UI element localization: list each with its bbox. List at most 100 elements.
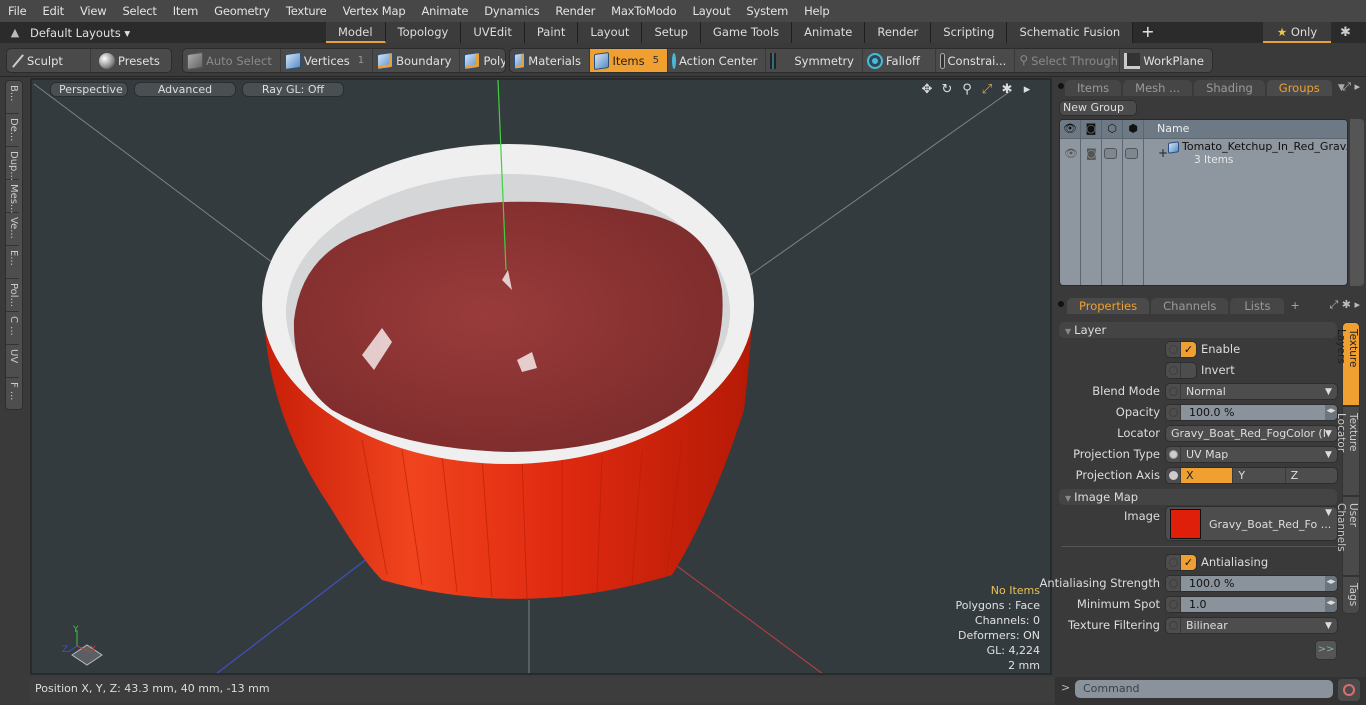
image-map-section-header[interactable]: ▼ Image Map [1059,489,1337,505]
row-visibility-icon[interactable]: 👁 [1064,147,1078,160]
boundary-button[interactable]: Boundary [373,49,461,72]
row-select-checkbox[interactable] [1125,148,1138,159]
side-tab-tags[interactable]: Tags [1342,576,1360,614]
select-through-button[interactable]: ⚲ Select Through [1015,49,1121,72]
gear-icon[interactable]: ✱ [1340,22,1351,43]
add-tab-button[interactable]: + [1133,22,1162,43]
command-input[interactable]: Command [1075,680,1333,698]
spinner-icon[interactable]: ◂▸ [1325,576,1337,591]
menu-render[interactable]: Render [547,0,603,22]
shading-mode-button[interactable]: Advanced [134,82,236,97]
tab-render[interactable]: Render [865,22,932,43]
tab-mesh[interactable]: Mesh ... [1123,80,1193,96]
menu-select[interactable]: Select [114,0,164,22]
axis-y-button[interactable]: Y [1233,468,1286,483]
raygl-button[interactable]: Ray GL: Off [242,82,344,97]
side-tab-texture-locator[interactable]: Texture Locator [1335,406,1360,496]
symmetry-button[interactable]: Symmetry [766,49,863,72]
menu-texture[interactable]: Texture [278,0,335,22]
menu-animate[interactable]: Animate [413,0,476,22]
auto-select-button[interactable]: Auto Select [183,49,281,72]
more-button[interactable]: >> [1315,640,1337,660]
left-tab-5[interactable]: Ve... [6,213,19,246]
record-macro-button[interactable] [1338,679,1360,701]
left-tab-2[interactable]: De... [6,114,19,147]
tab-shading[interactable]: Shading [1194,80,1265,96]
vertices-button[interactable]: Vertices 1 [281,49,374,72]
tab-model[interactable]: Model [326,22,386,43]
tab-uvedit[interactable]: UVEdit [461,22,525,43]
visibility-column-icon[interactable]: 👁 [1060,120,1081,285]
row-render-icon[interactable]: ◙ [1086,147,1097,160]
zoom-view-icon[interactable]: ⚲ [960,82,974,97]
left-tab-8[interactable]: C ... [6,312,19,345]
menu-maxtomodo[interactable]: MaxToModo [603,0,684,22]
menu-item[interactable]: Item [165,0,206,22]
groups-scrollbar[interactable] [1350,119,1364,286]
menu-file[interactable]: File [0,0,34,22]
menu-help[interactable]: Help [796,0,837,22]
only-toggle[interactable]: ★ Only [1263,22,1331,43]
tab-lists[interactable]: Lists [1230,298,1285,314]
3d-viewport[interactable]: Y X Z Perspective Advanced Ray GL: Off ✥… [30,78,1052,675]
add-tab-button[interactable]: + [1290,298,1299,314]
tab-properties[interactable]: Properties [1067,298,1150,314]
row-lock-checkbox[interactable] [1104,148,1117,159]
enable-checkbox[interactable]: ✓ [1165,341,1197,358]
properties-controls-icon[interactable]: ⤢ ✱ ▸ [1329,298,1360,312]
tab-setup[interactable]: Setup [642,22,701,43]
presets-button[interactable]: Presets [91,49,168,72]
new-group-button[interactable]: New Group [1059,100,1137,116]
locator-select[interactable]: Gravy_Boat_Red_FogColor (I... ▼ [1165,425,1338,442]
menu-vertex-map[interactable]: Vertex Map [335,0,414,22]
antialiasing-checkbox[interactable]: ✓ [1165,554,1197,571]
tab-game-tools[interactable]: Game Tools [700,22,793,43]
maximize-view-icon[interactable]: ⤢ [980,82,994,97]
side-tab-user-channels[interactable]: User Channels [1335,496,1360,576]
left-tab-1[interactable]: B... [6,81,19,114]
sculpt-button[interactable]: Sculpt [7,49,91,72]
layout-up-icon[interactable]: ▲ [0,26,30,39]
side-tab-texture-layers[interactable]: Texture Layers [1335,322,1360,406]
tab-schematic-fusion[interactable]: Schematic Fusion [1007,22,1134,43]
tab-scripting[interactable]: Scripting [931,22,1008,43]
action-center-button[interactable]: Action Center [668,49,766,72]
menu-view[interactable]: View [72,0,115,22]
constraints-button[interactable]: Constrai... [936,49,1016,72]
left-tab-3[interactable]: Dup... [6,147,19,181]
tab-groups[interactable]: Groups [1266,80,1332,96]
panel-expand-icon[interactable]: ⤢ ▸ [1342,80,1360,94]
blend-mode-select[interactable]: Normal ▼ [1165,383,1338,400]
rotate-view-icon[interactable]: ↻ [940,82,954,97]
view-mode-button[interactable]: Perspective [50,82,128,97]
menu-system[interactable]: System [738,0,796,22]
select-column-icon[interactable]: ⬢ [1123,120,1144,285]
layer-section-header[interactable]: ▼ Layer [1059,322,1337,338]
polygons-button[interactable]: Polygons [460,49,505,72]
layout-selector[interactable]: Default Layouts ▾ [30,26,320,40]
tab-animate[interactable]: Animate [792,22,866,43]
items-button[interactable]: Items 5 [590,49,668,72]
menu-edit[interactable]: Edit [34,0,71,22]
axis-z-button[interactable]: Z [1286,468,1337,483]
tab-channels[interactable]: Channels [1151,298,1229,314]
tab-items[interactable]: Items [1065,80,1122,96]
min-spot-field[interactable]: 1.0 ◂▸ [1165,596,1338,613]
render-column-icon[interactable]: ◙ [1081,120,1102,285]
move-view-icon[interactable]: ✥ [920,82,934,97]
image-select[interactable]: Gravy_Boat_Red_Fo ... ▼ [1165,506,1338,541]
left-tab-9[interactable]: UV [6,345,19,378]
viewport-settings-icon[interactable]: ✱ [1000,82,1014,97]
viewport-expand-icon[interactable]: ▸ [1020,82,1034,97]
tab-topology[interactable]: Topology [385,22,462,43]
axis-x-button[interactable]: X [1181,468,1234,483]
workplane-button[interactable]: WorkPlane [1120,49,1212,72]
invert-checkbox[interactable] [1165,362,1197,379]
left-tab-10[interactable]: F ... [6,378,19,411]
expand-icon[interactable]: + [1158,146,1168,160]
tab-layout[interactable]: Layout [578,22,643,43]
menu-layout[interactable]: Layout [685,0,739,22]
projection-type-select[interactable]: UV Map ▼ [1165,446,1338,463]
lock-column-icon[interactable]: ⬡ [1102,120,1123,285]
menu-geometry[interactable]: Geometry [206,0,278,22]
